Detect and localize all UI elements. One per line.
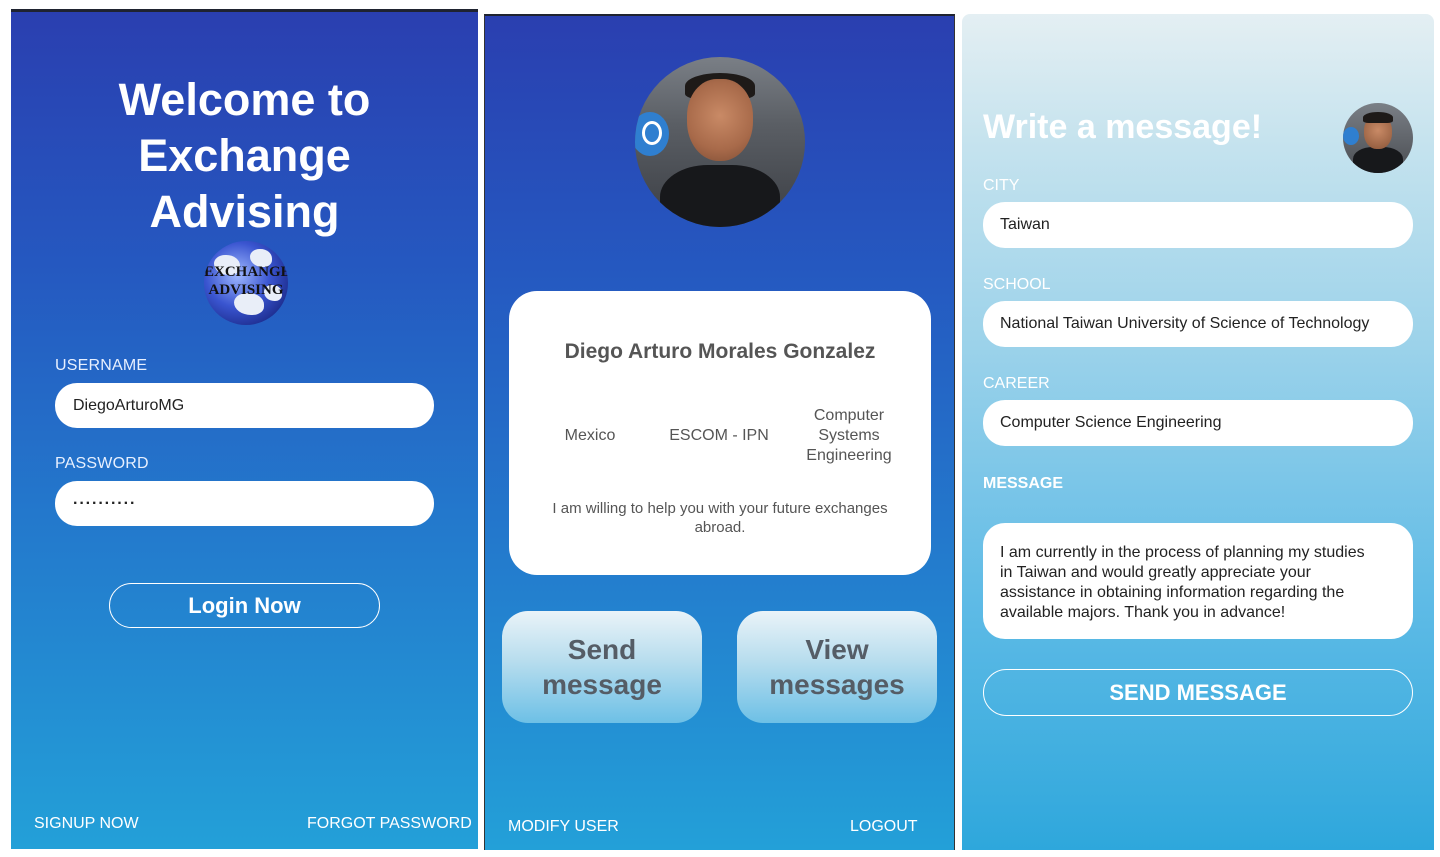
profile-school: ESCOM - IPN — [669, 427, 769, 444]
username-label: USERNAME — [55, 357, 148, 374]
school-input[interactable]: National Taiwan University of Science of… — [983, 301, 1413, 347]
message-label: MESSAGE — [983, 475, 1064, 492]
message-line-3: assistance in obtaining information rega… — [1000, 584, 1345, 601]
message-line-4: available majors. Thank you in advance! — [1000, 604, 1286, 621]
view-line-1: View — [805, 634, 869, 665]
login-button-label: Login Now — [188, 592, 301, 618]
school-value: National Taiwan University of Science of… — [1000, 315, 1370, 332]
send-message-label: SEND MESSAGE — [1109, 679, 1287, 705]
welcome-line-1: Welcome to Exchange — [118, 74, 371, 181]
message-line-2: in Taiwan and would greatly appreciate y… — [1000, 564, 1312, 581]
career-line-3: Engineering — [806, 447, 892, 464]
welcome-line-2: Advising — [149, 186, 340, 237]
password-label: PASSWORD — [55, 455, 149, 472]
message-textarea[interactable]: I am currently in the process of plannin… — [983, 523, 1413, 639]
profile-name: Diego Arturo Morales Gonzalez — [564, 340, 876, 363]
profile-career: Computer Systems Engineering — [799, 406, 899, 466]
career-line-1: Computer — [813, 407, 885, 424]
bio-line-1: I am willing to help you with your futur… — [552, 500, 888, 517]
password-input[interactable]: ·········· — [55, 481, 434, 526]
send-message-submit-button[interactable]: SEND MESSAGE — [983, 669, 1413, 716]
view-line-2: messages — [769, 669, 905, 700]
profile-screen: Diego Arturo Morales Gonzalez Mexico ESC… — [484, 14, 955, 850]
logo-text-1: EXCHANGE — [204, 264, 288, 280]
compose-title: Write a message! — [983, 108, 1263, 146]
exchange-advising-logo: EXCHANGE ADVISING — [204, 241, 288, 325]
career-value: Computer Science Engineering — [1000, 414, 1222, 431]
profile-country: Mexico — [564, 427, 616, 444]
password-value: ·········· — [73, 494, 137, 512]
login-screen: Welcome to Exchange Advising EXCHANGE AD… — [11, 9, 478, 849]
city-value: Taiwan — [1000, 216, 1050, 233]
logout-link[interactable]: LOGOUT — [850, 818, 918, 836]
signup-link[interactable]: SIGNUP NOW — [34, 815, 139, 833]
city-label: CITY — [983, 177, 1020, 194]
bio-line-2: abroad. — [694, 519, 746, 536]
send-message-button[interactable]: Send message — [502, 611, 702, 723]
profile-avatar — [635, 57, 805, 227]
profile-card: Diego Arturo Morales Gonzalez Mexico ESC… — [509, 291, 931, 575]
school-label: SCHOOL — [983, 276, 1051, 293]
send-line-1: Send — [567, 634, 637, 665]
forgot-password-link[interactable]: FORGOT PASSWORD — [307, 815, 472, 833]
career-line-2: Systems — [818, 427, 880, 444]
logo-text-2: ADVISING — [208, 282, 284, 298]
username-value: DiegoArturoMG — [73, 396, 185, 414]
compose-screen: Write a message! CITY Taiwan SCHOOL Nati… — [962, 14, 1434, 850]
career-label: CAREER — [983, 375, 1050, 392]
username-input[interactable]: DiegoArturoMG — [55, 383, 434, 428]
career-input[interactable]: Computer Science Engineering — [983, 400, 1413, 446]
view-messages-button[interactable]: View messages — [737, 611, 937, 723]
modify-user-link[interactable]: MODIFY USER — [508, 818, 619, 836]
compose-avatar — [1343, 103, 1413, 173]
profile-bio: I am willing to help you with your futur… — [529, 499, 911, 537]
message-line-1: I am currently in the process of plannin… — [1000, 544, 1365, 561]
send-line-2: message — [542, 669, 662, 700]
welcome-title: Welcome to Exchange Advising — [11, 72, 478, 240]
login-button[interactable]: Login Now — [109, 583, 380, 628]
city-input[interactable]: Taiwan — [983, 202, 1413, 248]
